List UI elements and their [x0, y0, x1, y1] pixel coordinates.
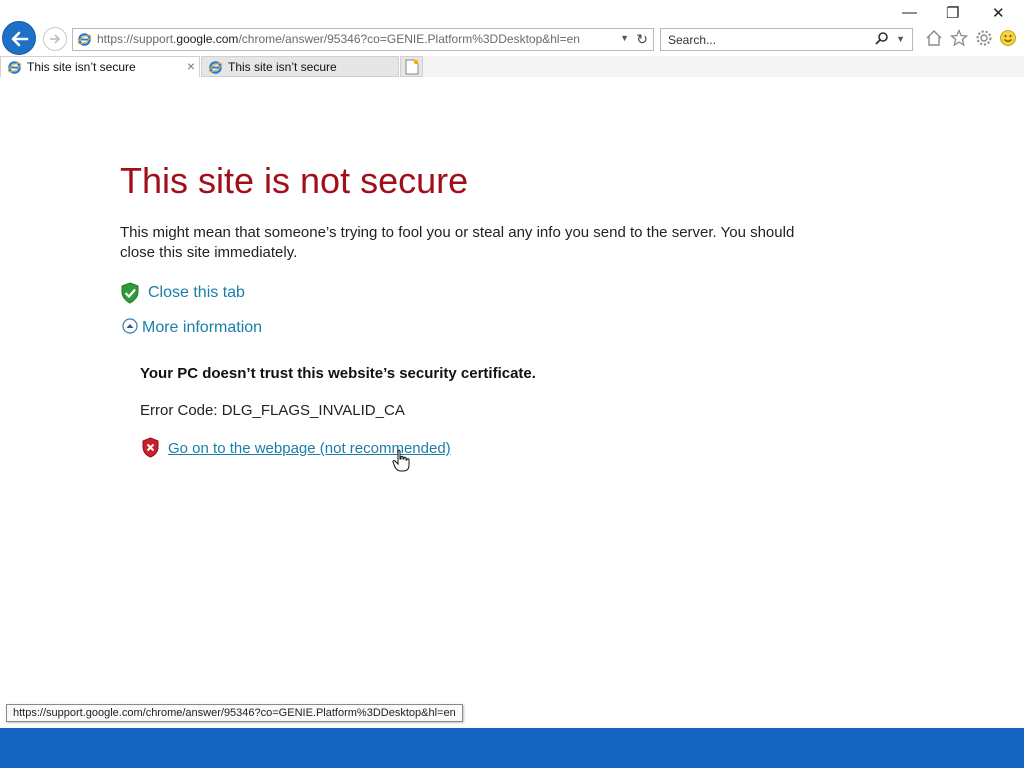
- search-box[interactable]: Search... ▼: [660, 28, 913, 51]
- address-url: https://support.google.com/chrome/answer…: [97, 32, 580, 46]
- error-code: Error Code: DLG_FLAGS_INVALID_CA: [140, 402, 405, 419]
- browser-toolbar: https://support.google.com/chrome/answer…: [0, 0, 1024, 56]
- address-dropdown-icon[interactable]: ▼: [620, 33, 629, 43]
- close-tab-label[interactable]: Close this tab: [148, 284, 245, 302]
- magnifier-icon[interactable]: [874, 31, 890, 47]
- forward-button[interactable]: [43, 27, 67, 51]
- tab-strip-background: [423, 56, 1024, 77]
- close-tab-icon[interactable]: ×: [187, 58, 195, 74]
- restore-button[interactable]: ❐: [946, 4, 959, 22]
- taskbar: [0, 728, 1024, 768]
- close-window-button[interactable]: ✕: [992, 4, 1005, 22]
- new-tab-button[interactable]: [400, 56, 423, 77]
- search-dropdown-icon[interactable]: ▼: [896, 34, 905, 44]
- close-tab-link[interactable]: Close this tab: [120, 282, 245, 309]
- page-description: This might mean that someone’s trying to…: [120, 224, 795, 261]
- status-url-tooltip: https://support.google.com/chrome/answer…: [6, 704, 463, 722]
- back-arrow-icon: [11, 31, 29, 47]
- green-shield-check-icon: [121, 282, 139, 304]
- collapse-circle-icon: [122, 318, 138, 334]
- go-on-link[interactable]: Go on to the webpage (not recommended): [141, 437, 451, 463]
- tab-inactive[interactable]: This site isn’t secure: [201, 56, 399, 77]
- page-title: This site is not secure: [120, 160, 469, 201]
- search-input[interactable]: Search...: [668, 33, 716, 47]
- minimize-button[interactable]: —: [902, 4, 917, 21]
- back-button[interactable]: [2, 21, 36, 55]
- page-content: This site is not secure This might mean …: [0, 78, 1024, 728]
- certificate-message: Your PC doesn’t trust this website’s sec…: [140, 365, 536, 382]
- refresh-icon[interactable]: ↻: [636, 31, 648, 48]
- more-information-label[interactable]: More information: [142, 319, 262, 337]
- tab-active[interactable]: This site isn’t secure ×: [0, 56, 200, 77]
- home-icon[interactable]: [925, 29, 943, 47]
- tab-label: This site isn’t secure: [27, 60, 136, 74]
- more-information-toggle[interactable]: More information: [122, 318, 262, 339]
- star-icon[interactable]: [950, 29, 968, 47]
- hand-cursor-icon: [392, 449, 410, 472]
- red-shield-x-icon: [142, 437, 159, 458]
- ie-logo-icon: [77, 33, 92, 46]
- tab-label: This site isn’t secure: [228, 60, 337, 74]
- smiley-icon[interactable]: [999, 29, 1017, 47]
- address-bar[interactable]: https://support.google.com/chrome/answer…: [72, 28, 654, 51]
- forward-arrow-icon: [50, 34, 61, 44]
- new-tab-icon: [405, 59, 419, 75]
- ie-logo-icon: [208, 61, 223, 74]
- ie-logo-icon: [7, 61, 22, 74]
- gear-icon[interactable]: [975, 29, 993, 47]
